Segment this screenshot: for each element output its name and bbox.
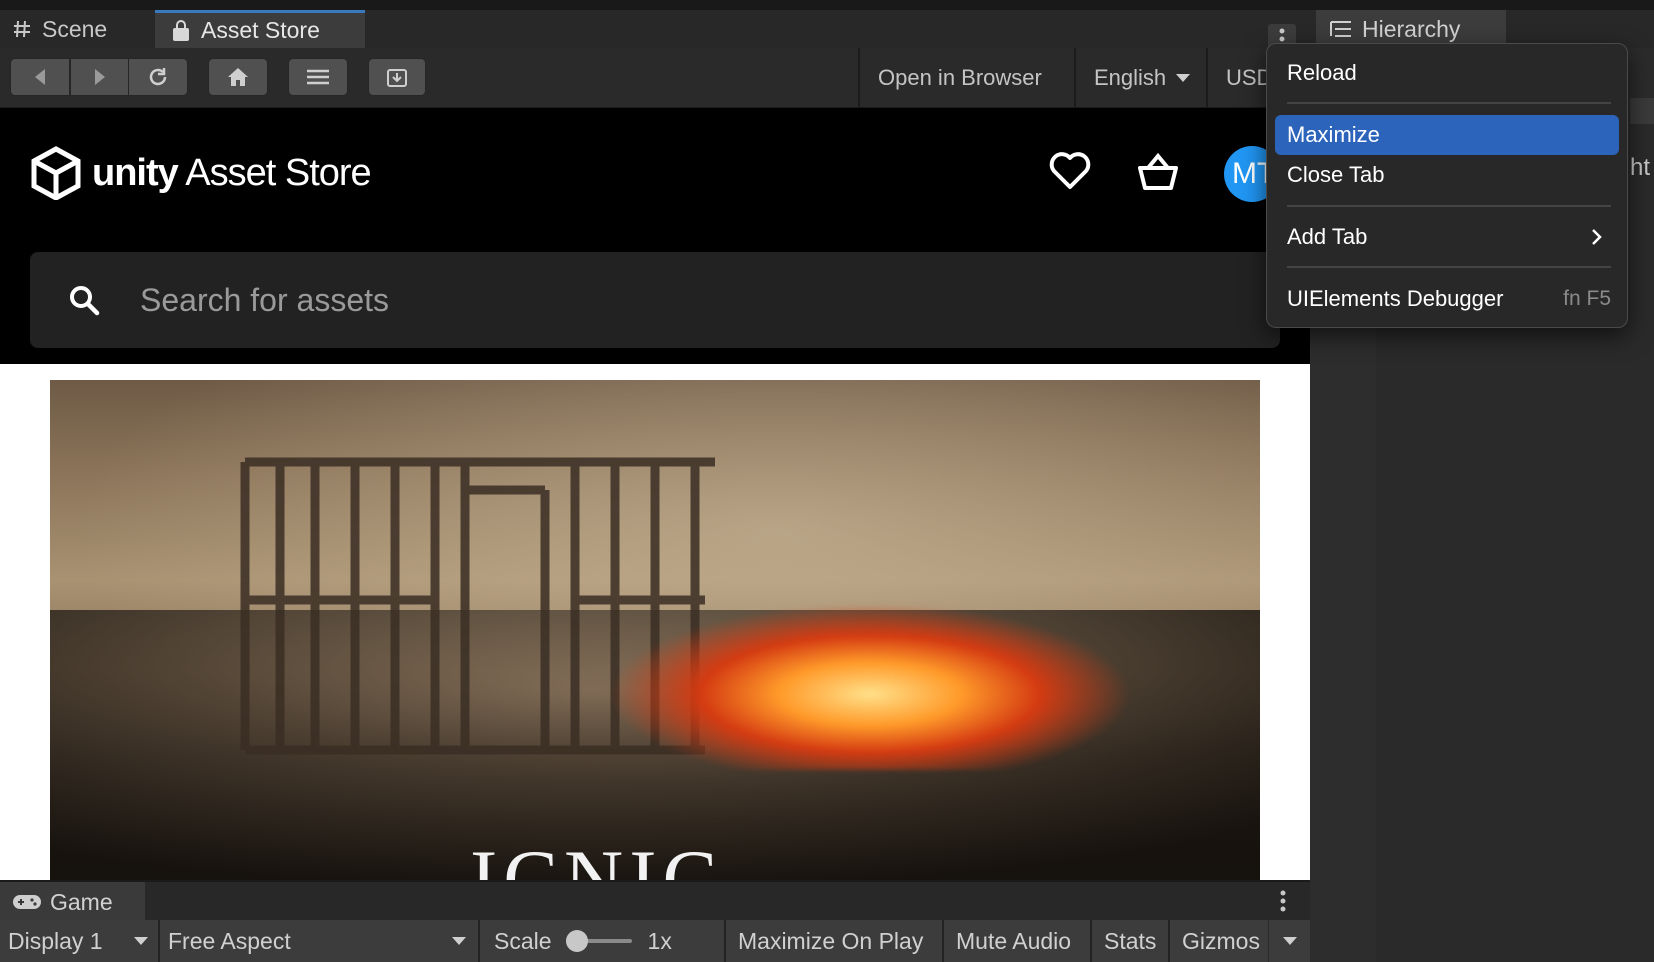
- menu-item-shortcut: fn F5: [1563, 287, 1611, 310]
- tab-game-label: Game: [50, 888, 113, 915]
- scale-control: Scale 1x: [480, 920, 726, 962]
- hero-caption: ICNIC: [470, 833, 724, 880]
- menu-item-reload[interactable]: Reload: [1275, 53, 1619, 93]
- back-button[interactable]: [10, 58, 70, 96]
- tab-asset-store[interactable]: Asset Store: [155, 10, 365, 48]
- tab-scene[interactable]: Scene: [12, 10, 107, 48]
- menu-list-button[interactable]: [288, 58, 348, 96]
- menu-divider: [1287, 205, 1611, 207]
- chevron-right-icon: [1592, 229, 1602, 245]
- hero-fire: [610, 580, 1130, 770]
- hierarchy-partial-text: ht: [1630, 154, 1651, 181]
- scale-slider[interactable]: [565, 930, 632, 952]
- reload-icon: [149, 68, 167, 86]
- list-tree-icon: [1330, 21, 1351, 37]
- logo-text: unity Asset Store: [92, 151, 372, 195]
- scale-label: Scale: [494, 927, 552, 954]
- menu-item-uielements-debugger[interactable]: UIElements Debugger fn F5: [1275, 279, 1619, 319]
- mute-audio-toggle[interactable]: Mute Audio: [944, 920, 1092, 962]
- scale-slider-thumb[interactable]: [565, 930, 588, 952]
- game-toolbar: Display 1 Free Aspect Scale 1x Maximize …: [0, 920, 1310, 962]
- search-icon: [70, 286, 100, 316]
- aspect-label: Free Aspect: [168, 927, 291, 954]
- store-header: unity Asset Store MT: [0, 108, 1310, 364]
- reload-button[interactable]: [128, 58, 188, 96]
- tab-scene-label: Scene: [42, 15, 108, 42]
- menu-divider: [1287, 266, 1611, 268]
- tab-hierarchy-label: Hierarchy: [1362, 15, 1461, 42]
- display-label: Display 1: [8, 927, 103, 954]
- open-in-browser-button[interactable]: Open in Browser: [858, 48, 1074, 108]
- maximize-on-play-toggle[interactable]: Maximize On Play: [726, 920, 944, 962]
- menu-item-label: Reload: [1287, 60, 1357, 85]
- forward-button[interactable]: [70, 58, 130, 96]
- gamepad-icon: [13, 895, 41, 909]
- menu-item-label: Close Tab: [1287, 162, 1385, 187]
- display-dropdown[interactable]: Display 1: [0, 920, 160, 962]
- menu-item-label: Maximize: [1287, 122, 1380, 147]
- back-icon: [35, 69, 45, 85]
- home-button[interactable]: [208, 58, 268, 96]
- search-input[interactable]: [140, 281, 1140, 319]
- menu-divider: [1287, 102, 1611, 104]
- chevron-down-icon: [452, 937, 466, 945]
- chevron-down-icon: [134, 937, 148, 945]
- home-icon: [228, 68, 248, 86]
- tab-context-menu: Reload Maximize Close Tab Add Tab UIElem…: [1266, 43, 1628, 328]
- download-button[interactable]: [368, 58, 426, 96]
- aspect-dropdown[interactable]: Free Aspect: [160, 920, 480, 962]
- stats-toggle[interactable]: Stats: [1092, 920, 1170, 962]
- menu-item-label: UIElements Debugger: [1287, 286, 1504, 311]
- menu-item-add-tab[interactable]: Add Tab: [1275, 217, 1619, 257]
- hash-icon: [14, 20, 30, 38]
- menu-item-label: Add Tab: [1287, 224, 1368, 249]
- gizmos-dropdown[interactable]: [1268, 920, 1310, 962]
- search-box[interactable]: [30, 252, 1280, 348]
- hero-banner-image[interactable]: ICNIC: [50, 380, 1260, 880]
- unity-asset-store-logo[interactable]: unity Asset Store: [30, 146, 372, 200]
- game-tab-strip: Game: [0, 880, 1310, 922]
- logo-product: Asset Store: [185, 151, 371, 194]
- list-icon: [307, 69, 329, 85]
- language-dropdown[interactable]: English: [1074, 48, 1206, 108]
- menu-item-maximize[interactable]: Maximize: [1275, 115, 1619, 155]
- asset-store-webview: unity Asset Store MT ICNIC: [0, 108, 1310, 880]
- chevron-down-icon: [1282, 937, 1297, 945]
- browser-toolbar: Open in Browser English USD: [0, 48, 1310, 108]
- main-tab-strip: Scene Asset Store: [0, 10, 1310, 54]
- logo-brand: unity: [92, 151, 179, 194]
- scale-value: 1x: [647, 927, 672, 954]
- hierarchy-scroll-handle[interactable]: [1630, 98, 1654, 124]
- chevron-down-icon: [1176, 74, 1191, 82]
- language-label: English: [1094, 65, 1167, 90]
- kebab-menu-icon: [1280, 890, 1286, 912]
- window-top-edge: [0, 0, 1654, 10]
- menu-item-close-tab[interactable]: Close Tab: [1275, 155, 1619, 195]
- basket-icon[interactable]: [1136, 152, 1180, 192]
- gizmos-toggle[interactable]: Gizmos: [1170, 920, 1260, 962]
- game-options-button[interactable]: [1270, 886, 1296, 916]
- tab-game[interactable]: Game: [0, 882, 145, 922]
- heart-icon[interactable]: [1048, 150, 1092, 190]
- forward-icon: [95, 69, 105, 85]
- lock-bag-icon: [173, 19, 189, 41]
- unity-logo-icon: [31, 146, 81, 200]
- download-icon: [387, 69, 407, 87]
- tab-asset-store-label: Asset Store: [201, 17, 320, 43]
